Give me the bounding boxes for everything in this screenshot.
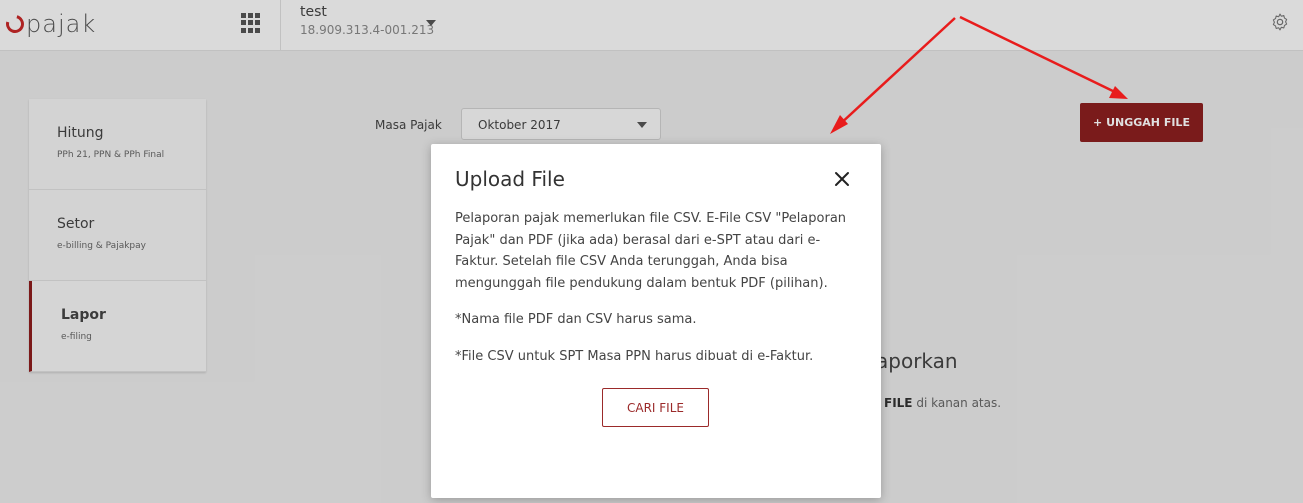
close-icon[interactable] [834,171,850,187]
modal-body: Pelaporan pajak memerlukan file CSV. E-F… [455,208,859,382]
modal-paragraph-intro: Pelaporan pajak memerlukan file CSV. E-F… [455,211,847,291]
modal-paragraph-note-ppn: *File CSV untuk SPT Masa PPN harus dibua… [455,348,814,364]
upload-file-modal: Upload File Pelaporan pajak memerlukan f… [431,144,881,498]
cari-file-button[interactable]: CARI FILE [602,388,709,427]
modal-paragraph-note-name: *Nama file PDF dan CSV harus sama. [455,312,697,327]
modal-title: Upload File [455,167,565,191]
